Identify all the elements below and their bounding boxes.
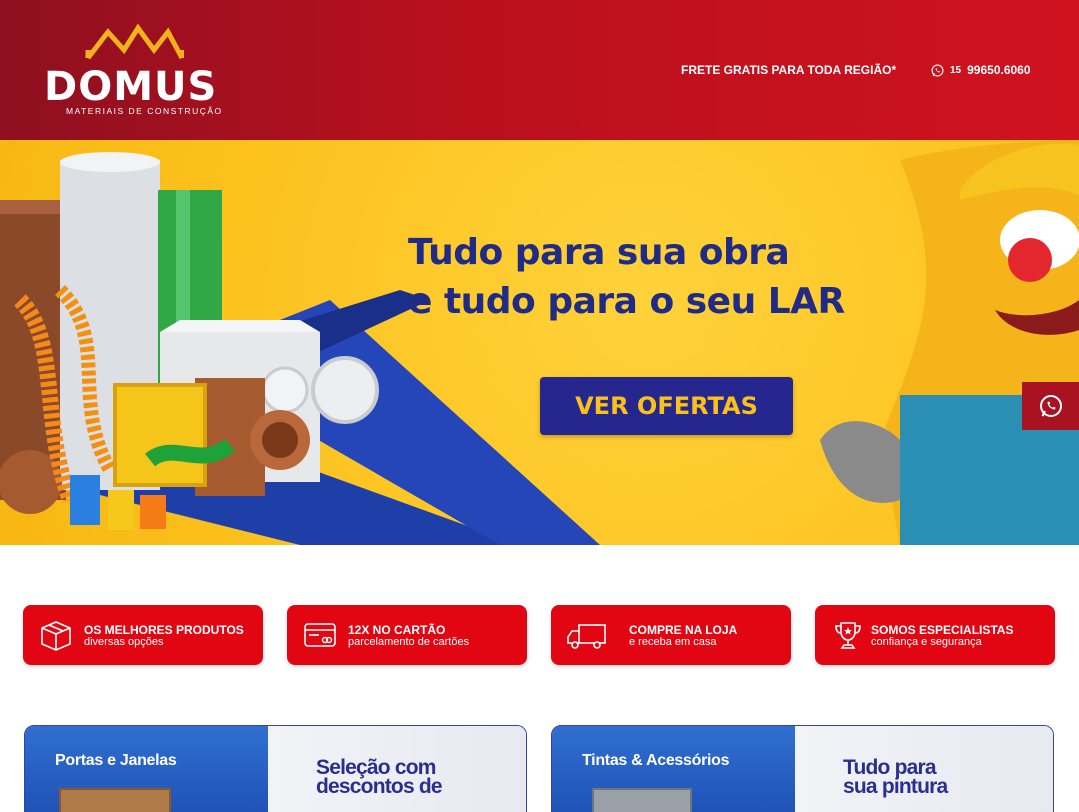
box-icon xyxy=(41,621,71,651)
whatsapp-icon xyxy=(1039,395,1062,417)
whatsapp-icon xyxy=(931,64,944,76)
site-header: DOMUS MATERIAIS DE CONSTRUÇÃO FRETE GRAT… xyxy=(0,0,1079,140)
promo-line-2: sua pintura xyxy=(843,775,948,798)
domus-logo[interactable]: DOMUS MATERIAIS DE CONSTRUÇÃO xyxy=(44,22,230,120)
category-title: Portas e Janelas xyxy=(55,752,177,769)
door-product-image xyxy=(59,788,171,812)
category-doors-windows[interactable]: Portas e Janelas Seleção com descontos d… xyxy=(24,725,527,812)
feature-specialists[interactable]: SOMOS ESPECIALISTAS confiança e seguranç… xyxy=(815,605,1055,665)
category-promo-text: Tudo para sua pintura xyxy=(843,757,948,798)
banner-illustration xyxy=(0,140,1079,545)
trophy-icon xyxy=(835,622,861,649)
free-shipping-text: FRETE GRATIS PARA TODA REGIÃO* xyxy=(681,63,897,77)
feature-title: OS MELHORES PRODUTOS xyxy=(84,623,244,637)
feature-subtitle: diversas opções xyxy=(84,636,164,648)
headline-line-1: Tudo para sua obra xyxy=(408,232,790,273)
floating-whatsapp-button[interactable] xyxy=(1022,382,1079,430)
feature-best-products[interactable]: OS MELHORES PRODUTOS diversas opções xyxy=(23,605,263,665)
view-offers-button[interactable]: VER OFERTAS xyxy=(540,377,793,435)
phone-contact[interactable]: 15 99650.6060 xyxy=(931,63,1031,77)
category-image-panel: Portas e Janelas xyxy=(25,726,268,812)
feature-subtitle: e receba em casa xyxy=(629,636,717,648)
feature-subtitle: parcelamento de cartões xyxy=(348,636,470,648)
category-image-panel: Tintas & Acessórios xyxy=(552,726,795,812)
paint-product-image xyxy=(592,788,692,812)
promo-line-2: descontos de xyxy=(316,775,443,798)
category-paints-accessories[interactable]: Tintas & Acessórios Tudo para sua pintur… xyxy=(551,725,1054,812)
logo-subtitle: MATERIAIS DE CONSTRUÇÃO xyxy=(66,106,223,116)
feature-subtitle: confiança e segurança xyxy=(871,636,982,648)
page: DOMUS MATERIAIS DE CONSTRUÇÃO FRETE GRAT… xyxy=(0,0,1079,812)
phone-number: 99650.6060 xyxy=(967,63,1031,77)
headline-line-2: e tudo para o seu LAR xyxy=(408,281,845,322)
category-promo-panel: Tudo para sua pintura xyxy=(795,726,1053,812)
category-title: Tintas & Acessórios xyxy=(582,752,730,769)
feature-title: COMPRE NA LOJA xyxy=(629,623,738,637)
logo-wordmark: DOMUS xyxy=(44,64,218,110)
credit-card-icon xyxy=(304,623,336,647)
roof-logo-icon xyxy=(85,23,184,60)
feature-title: SOMOS ESPECIALISTAS xyxy=(871,623,1014,637)
feature-home-delivery[interactable]: COMPRE NA LOJA e receba em casa xyxy=(551,605,791,665)
category-promo-text: Seleção com descontos de xyxy=(316,757,443,798)
truck-icon xyxy=(567,624,606,649)
banner-headline: Tudo para sua obra e tudo para o seu LAR xyxy=(408,228,845,326)
phone-area-code: 15 xyxy=(950,64,962,76)
feature-installments[interactable]: 12X NO CARTÃO parcelamento de cartões xyxy=(287,605,527,665)
feature-title: 12X NO CARTÃO xyxy=(348,623,446,637)
hero-banner[interactable]: Tudo para sua obra e tudo para o seu LAR… xyxy=(0,140,1079,545)
category-promo-panel: Seleção com descontos de xyxy=(268,726,526,812)
